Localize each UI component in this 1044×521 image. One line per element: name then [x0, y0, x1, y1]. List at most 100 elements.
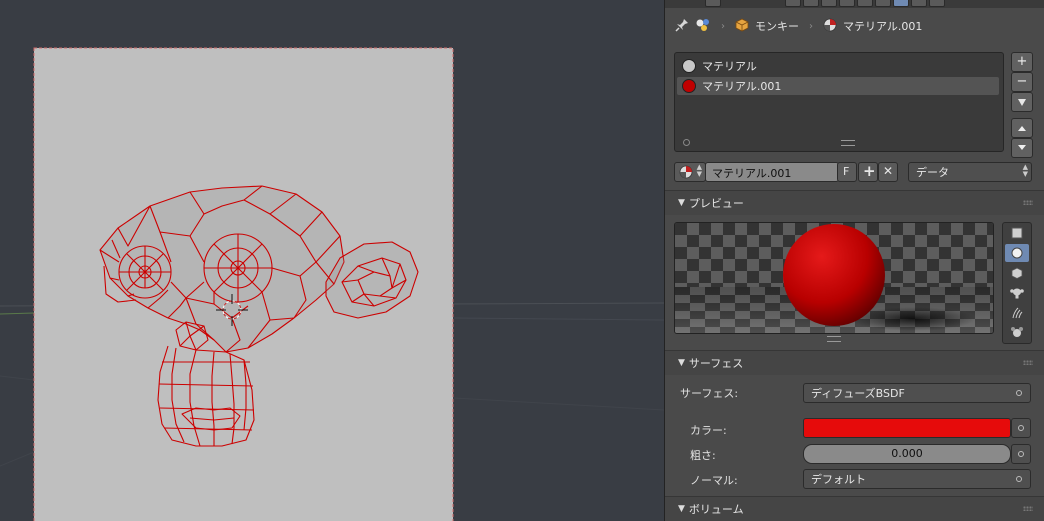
list-resize-handle-icon[interactable]: [841, 140, 855, 146]
arrow-up-icon: [1018, 126, 1026, 131]
context-tabs: [665, 0, 1044, 8]
properties-panel: › モンキー › マテリアル.001 マテリアル マテリアル.001 + − ▲…: [664, 0, 1044, 521]
grip-icon[interactable]: [1023, 200, 1033, 205]
material-slot-name: マテリアル.001: [702, 80, 782, 93]
context-tab[interactable]: [803, 0, 819, 7]
context-tab[interactable]: [929, 0, 945, 7]
breadcrumb-object: モンキー: [755, 20, 799, 33]
material-swatch-icon: [682, 59, 696, 73]
normal-dropdown[interactable]: デフォルト: [803, 469, 1031, 489]
context-tab[interactable]: [705, 0, 721, 7]
preview-sphere-sky-button[interactable]: [1005, 323, 1029, 341]
preview-sphere-button[interactable]: [1005, 244, 1029, 262]
surface-shader-value: ディフューズBSDF: [811, 387, 905, 400]
preview-resize-handle-icon[interactable]: [827, 336, 841, 342]
fake-user-label: F: [843, 165, 850, 178]
context-tab[interactable]: [785, 0, 801, 7]
viewport-canvas[interactable]: [0, 0, 664, 521]
preview-hair-icon: [1012, 307, 1023, 319]
move-slot-up-button[interactable]: [1011, 118, 1033, 138]
plus-icon: +: [863, 162, 876, 180]
context-tab[interactable]: [875, 0, 891, 7]
scene-icon: [695, 18, 711, 35]
surface-shader-label: サーフェス:: [680, 387, 739, 400]
collapse-triangle-icon: ▼: [678, 504, 685, 514]
preview-section-header[interactable]: ▼ プレビュー: [665, 190, 1044, 215]
fake-user-button[interactable]: F: [837, 162, 857, 182]
volume-section-header[interactable]: ▼ ボリューム: [665, 496, 1044, 521]
collapse-triangle-icon: ▼: [678, 358, 685, 368]
surface-section-header[interactable]: ▼ サーフェス: [665, 350, 1044, 375]
color-label: カラー:: [690, 424, 727, 437]
breadcrumb-separator: ›: [721, 20, 725, 32]
roughness-value: 0.000: [891, 447, 923, 460]
preview-monkey-icon: [1010, 288, 1024, 299]
preview-cube-button[interactable]: [1005, 264, 1029, 282]
preview-plane-button[interactable]: [1005, 224, 1029, 242]
3d-viewport[interactable]: [0, 0, 664, 521]
plus-icon: +: [1016, 54, 1028, 69]
socket-icon: [1016, 390, 1022, 396]
pin-icon[interactable]: [675, 18, 689, 35]
material-slot-list[interactable]: マテリアル マテリアル.001: [674, 52, 1004, 152]
preview-monkey-button[interactable]: [1005, 284, 1029, 302]
move-slot-down-button[interactable]: [1011, 138, 1033, 158]
normal-label: ノーマル:: [690, 474, 738, 487]
object-icon: [735, 18, 749, 35]
specials-icon: [1018, 99, 1026, 106]
preview-plane-icon: [1011, 227, 1023, 239]
grip-icon[interactable]: [1023, 506, 1033, 511]
grip-icon[interactable]: [1023, 360, 1033, 365]
context-tab[interactable]: [839, 0, 855, 7]
context-tab[interactable]: [911, 0, 927, 7]
browse-material-button[interactable]: ▲ ▼: [674, 162, 706, 182]
updown-arrows-icon: ▲ ▼: [1022, 163, 1028, 178]
preview-type-toolbar: [1002, 222, 1032, 344]
preview-section-title: プレビュー: [688, 197, 744, 210]
surface-shader-dropdown[interactable]: ディフューズBSDF: [803, 383, 1031, 403]
preview-hair-button[interactable]: [1005, 304, 1029, 322]
minus-icon: −: [1016, 74, 1028, 89]
breadcrumb-material: マテリアル.001: [843, 20, 923, 33]
preview-cube-icon: [1011, 267, 1023, 279]
slot-specials-button[interactable]: [1011, 92, 1033, 112]
material-icon: [823, 18, 837, 35]
material-swatch-icon: [682, 79, 696, 93]
updown-arrows-icon: ▲ ▼: [696, 163, 702, 178]
unlink-material-button[interactable]: ✕: [878, 162, 898, 182]
close-icon: ✕: [883, 164, 894, 178]
add-slot-button[interactable]: +: [1011, 52, 1033, 72]
socket-icon: [1018, 425, 1024, 431]
socket-icon: [1016, 476, 1022, 482]
color-swatch-field[interactable]: [803, 418, 1011, 438]
preview-sphere-icon: [1011, 247, 1023, 259]
resize-corner-icon[interactable]: [683, 139, 690, 146]
material-name-field[interactable]: マテリアル.001: [705, 162, 839, 182]
breadcrumb: › モンキー › マテリアル.001: [675, 14, 922, 38]
roughness-label: 粗さ:: [690, 449, 716, 462]
remove-slot-button[interactable]: −: [1011, 72, 1033, 92]
color-socket-button[interactable]: [1011, 418, 1031, 438]
material-slot-name: マテリアル: [702, 60, 757, 73]
material-icon: [679, 165, 693, 179]
roughness-socket-button[interactable]: [1011, 444, 1031, 464]
normal-value: デフォルト: [811, 473, 866, 486]
link-mode-value: データ: [916, 166, 949, 179]
link-mode-dropdown[interactable]: データ ▲ ▼: [908, 162, 1032, 182]
surface-section-title: サーフェス: [688, 357, 744, 370]
roughness-slider[interactable]: 0.000: [803, 444, 1011, 464]
material-slot-row-selected[interactable]: マテリアル.001: [677, 77, 999, 95]
material-name-value: マテリアル.001: [712, 167, 792, 180]
context-tab[interactable]: [857, 0, 873, 7]
preview-sphere-sky-icon: [1011, 327, 1023, 338]
volume-section-title: ボリューム: [688, 503, 744, 516]
new-material-button[interactable]: +: [858, 162, 878, 182]
context-tab-material[interactable]: [893, 0, 909, 7]
context-tab[interactable]: [821, 0, 837, 7]
arrow-down-icon: [1018, 145, 1026, 150]
material-slot-row[interactable]: マテリアル: [677, 57, 999, 75]
breadcrumb-separator: ›: [809, 20, 813, 32]
collapse-triangle-icon: ▼: [678, 198, 685, 208]
material-preview: [674, 222, 994, 334]
socket-icon: [1018, 451, 1024, 457]
